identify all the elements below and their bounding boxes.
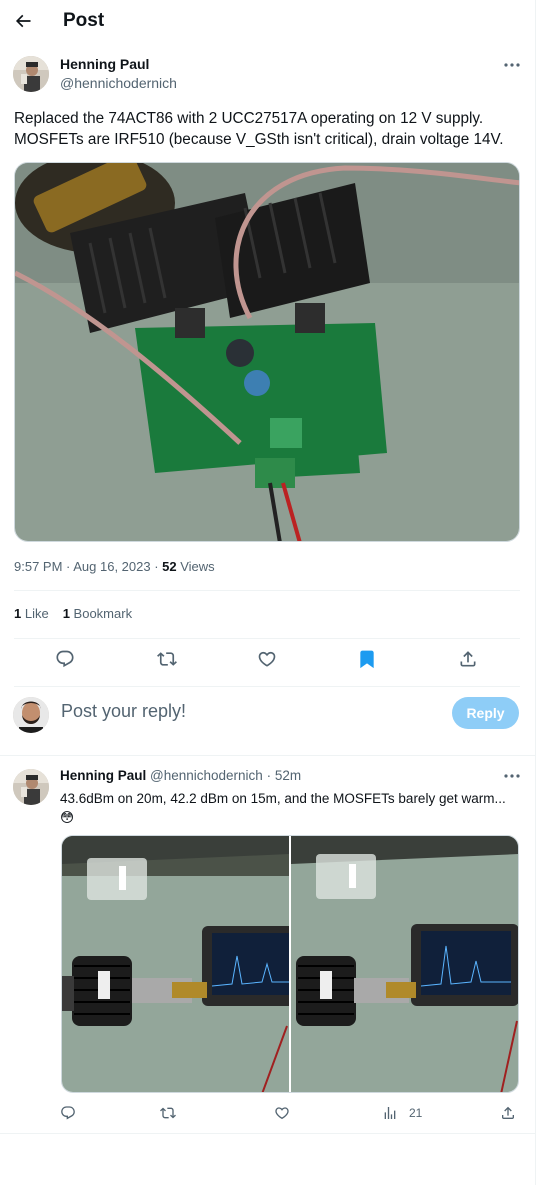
- reply-author-avatar[interactable]: [13, 769, 49, 805]
- bookmarks-count: 1: [62, 606, 70, 621]
- divider: [14, 686, 520, 687]
- divider: [14, 638, 520, 639]
- share-button[interactable]: [457, 648, 479, 670]
- reply-share-button[interactable]: [498, 1103, 518, 1123]
- more-icon: [504, 774, 520, 778]
- author-handle[interactable]: @hennichodernich: [60, 75, 177, 91]
- reply-like-button[interactable]: [272, 1103, 292, 1123]
- reply-time[interactable]: · 52m: [267, 768, 302, 783]
- bookmark-icon: [360, 650, 374, 669]
- main-column: Post Henning Paul @hennichodernich Repla…: [0, 0, 536, 1185]
- reply-views-button[interactable]: [380, 1103, 400, 1123]
- likes-stat[interactable]: 1 Like: [14, 606, 49, 621]
- reply-icon: [61, 1106, 75, 1120]
- reply-image-2[interactable]: [291, 836, 518, 1092]
- reply-emoji: 😳: [60, 810, 75, 825]
- like-icon: [275, 1107, 289, 1120]
- reply-button[interactable]: [54, 648, 76, 670]
- divider: [0, 1133, 536, 1134]
- post-meta: 9:57 PM · Aug 16, 2023 · 52 Views: [14, 559, 215, 574]
- retweet-icon: [160, 1107, 176, 1119]
- reply-reply-button[interactable]: [58, 1103, 78, 1123]
- reply-retweet-button[interactable]: [158, 1103, 178, 1123]
- like-button[interactable]: [256, 648, 278, 670]
- author-avatar[interactable]: [13, 56, 49, 92]
- reply-views-count: 21: [409, 1106, 423, 1120]
- reply-input[interactable]: Post your reply!: [61, 701, 186, 722]
- share-icon: [502, 1106, 514, 1119]
- divider: [0, 755, 536, 756]
- reply-icon: [56, 650, 74, 668]
- reply-text: 43.6dBm on 20m, 42.2 dBm on 15m, and the…: [60, 789, 520, 827]
- reply-author-handle[interactable]: @hennichodernich: [150, 768, 263, 783]
- bookmarks-stat[interactable]: 1 Bookmark: [63, 606, 132, 621]
- bookmark-button[interactable]: [356, 648, 378, 670]
- like-icon: [258, 651, 276, 667]
- views-count: 52: [162, 559, 177, 574]
- top-bar: Post: [0, 0, 536, 44]
- retweet-button[interactable]: [156, 648, 178, 670]
- likes-label: Like: [21, 606, 49, 621]
- reply-image-1[interactable]: [62, 836, 289, 1092]
- back-button[interactable]: [10, 8, 36, 34]
- reply-submit-button[interactable]: Reply: [452, 697, 519, 729]
- reply-text-line: 43.6dBm on 20m, 42.2 dBm on 15m, and the…: [60, 791, 506, 806]
- post-time[interactable]: 9:57 PM · Aug 16, 2023 ·: [14, 559, 162, 574]
- post-image[interactable]: [14, 162, 520, 542]
- my-avatar[interactable]: [13, 697, 49, 733]
- post-text: Replaced the 74ACT86 with 2 UCC27517A op…: [14, 108, 519, 150]
- more-icon: [504, 63, 520, 67]
- analytics-icon: [384, 1107, 396, 1119]
- author-name[interactable]: Henning Paul: [60, 56, 149, 72]
- post-text-line: Replaced the 74ACT86 with 2 UCC27517A op…: [14, 110, 484, 127]
- reply-images: [61, 835, 519, 1093]
- post-stats: 1 Like 1 Bookmark: [14, 606, 146, 621]
- divider: [14, 590, 520, 591]
- reply-author-name[interactable]: Henning Paul: [60, 768, 146, 783]
- page-title: Post: [63, 10, 105, 31]
- reply-more-options-button[interactable]: [502, 769, 522, 783]
- share-icon: [460, 651, 476, 667]
- more-options-button[interactable]: [502, 58, 522, 72]
- post-text-line: MOSFETs are IRF510 (because V_GSth isn't…: [14, 131, 504, 148]
- retweet-icon: [157, 652, 177, 666]
- bookmarks-label: Bookmark: [69, 606, 133, 621]
- reply-header: Henning Paul @hennichodernich · 52m: [60, 768, 301, 783]
- arrow-left-icon: [15, 14, 31, 28]
- views-label: Views: [176, 559, 215, 574]
